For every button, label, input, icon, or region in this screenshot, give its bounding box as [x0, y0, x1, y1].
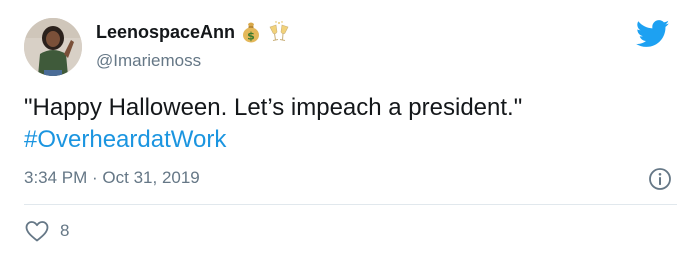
tweet-timestamp[interactable]: 3:34 PM · Oct 31, 2019 — [24, 168, 200, 188]
user-handle[interactable]: @Imariemoss — [96, 51, 201, 71]
avatar[interactable] — [24, 18, 82, 76]
heart-outline-icon[interactable] — [24, 219, 50, 243]
divider — [24, 204, 677, 205]
info-icon[interactable] — [648, 167, 672, 191]
clinking-glasses-icon — [267, 21, 291, 43]
tweet-text: "Happy Halloween. Let’s impeach a presid… — [24, 92, 664, 156]
display-name-row: LeenospaceAnn $ — [96, 21, 291, 43]
money-bag-icon: $ — [241, 21, 261, 43]
tweet-card: LeenospaceAnn $ @Imariemoss "Happy Hallo… — [0, 0, 700, 258]
tweet-text-line: "Happy Halloween. Let’s impeach a presid… — [24, 94, 523, 121]
display-name[interactable]: LeenospaceAnn — [96, 22, 235, 43]
svg-text:$: $ — [247, 30, 255, 43]
like-button[interactable]: 8 — [24, 219, 69, 243]
like-count: 8 — [60, 221, 70, 240]
hashtag-link[interactable]: #OverheardatWork — [24, 124, 664, 156]
twitter-bird-icon[interactable] — [636, 20, 670, 48]
